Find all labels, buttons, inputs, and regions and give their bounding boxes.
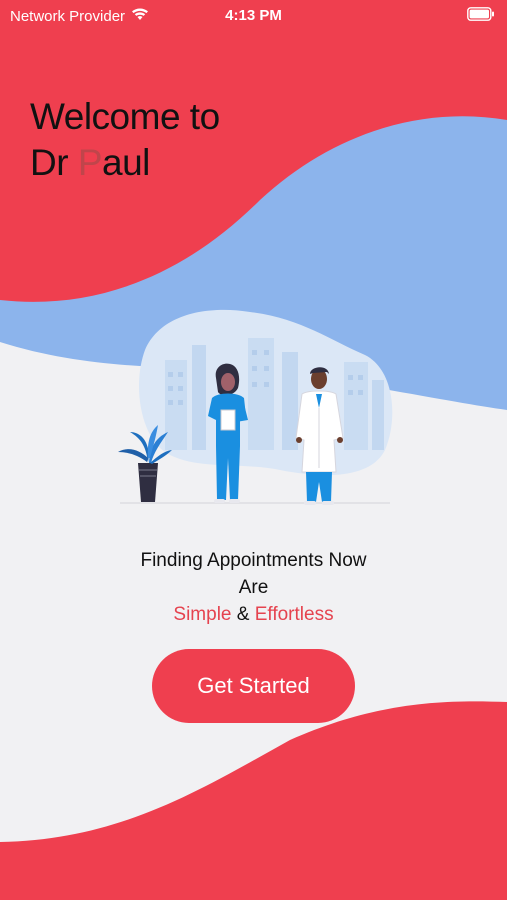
app-name-accent: P [77, 142, 103, 183]
tagline-line-1: Finding Appointments Now [140, 550, 367, 571]
welcome-screen: Network Provider 4:13 PM Welcome to Dr P… [0, 0, 507, 900]
app-name: Dr Paul [30, 140, 220, 186]
tagline-effortless: Effortless [254, 604, 334, 625]
status-bar: Network Provider 4:13 PM [0, 0, 507, 32]
tagline-ampersand: & [231, 604, 255, 625]
battery-icon [467, 7, 495, 25]
tagline-line-2: Are [238, 577, 269, 598]
get-started-button[interactable]: Get Started [152, 649, 355, 723]
status-time: 4:13 PM [225, 7, 282, 24]
tagline: Finding Appointments Now Are Simple & Ef… [0, 547, 507, 628]
app-name-prefix: Dr [30, 142, 78, 183]
welcome-line-1: Welcome to [30, 96, 220, 137]
tagline-line-3: Simple & Effortless [0, 601, 507, 628]
app-name-suffix: aul [102, 142, 150, 183]
tagline-simple: Simple [173, 604, 232, 625]
welcome-title: Welcome to Dr Paul [30, 94, 220, 186]
